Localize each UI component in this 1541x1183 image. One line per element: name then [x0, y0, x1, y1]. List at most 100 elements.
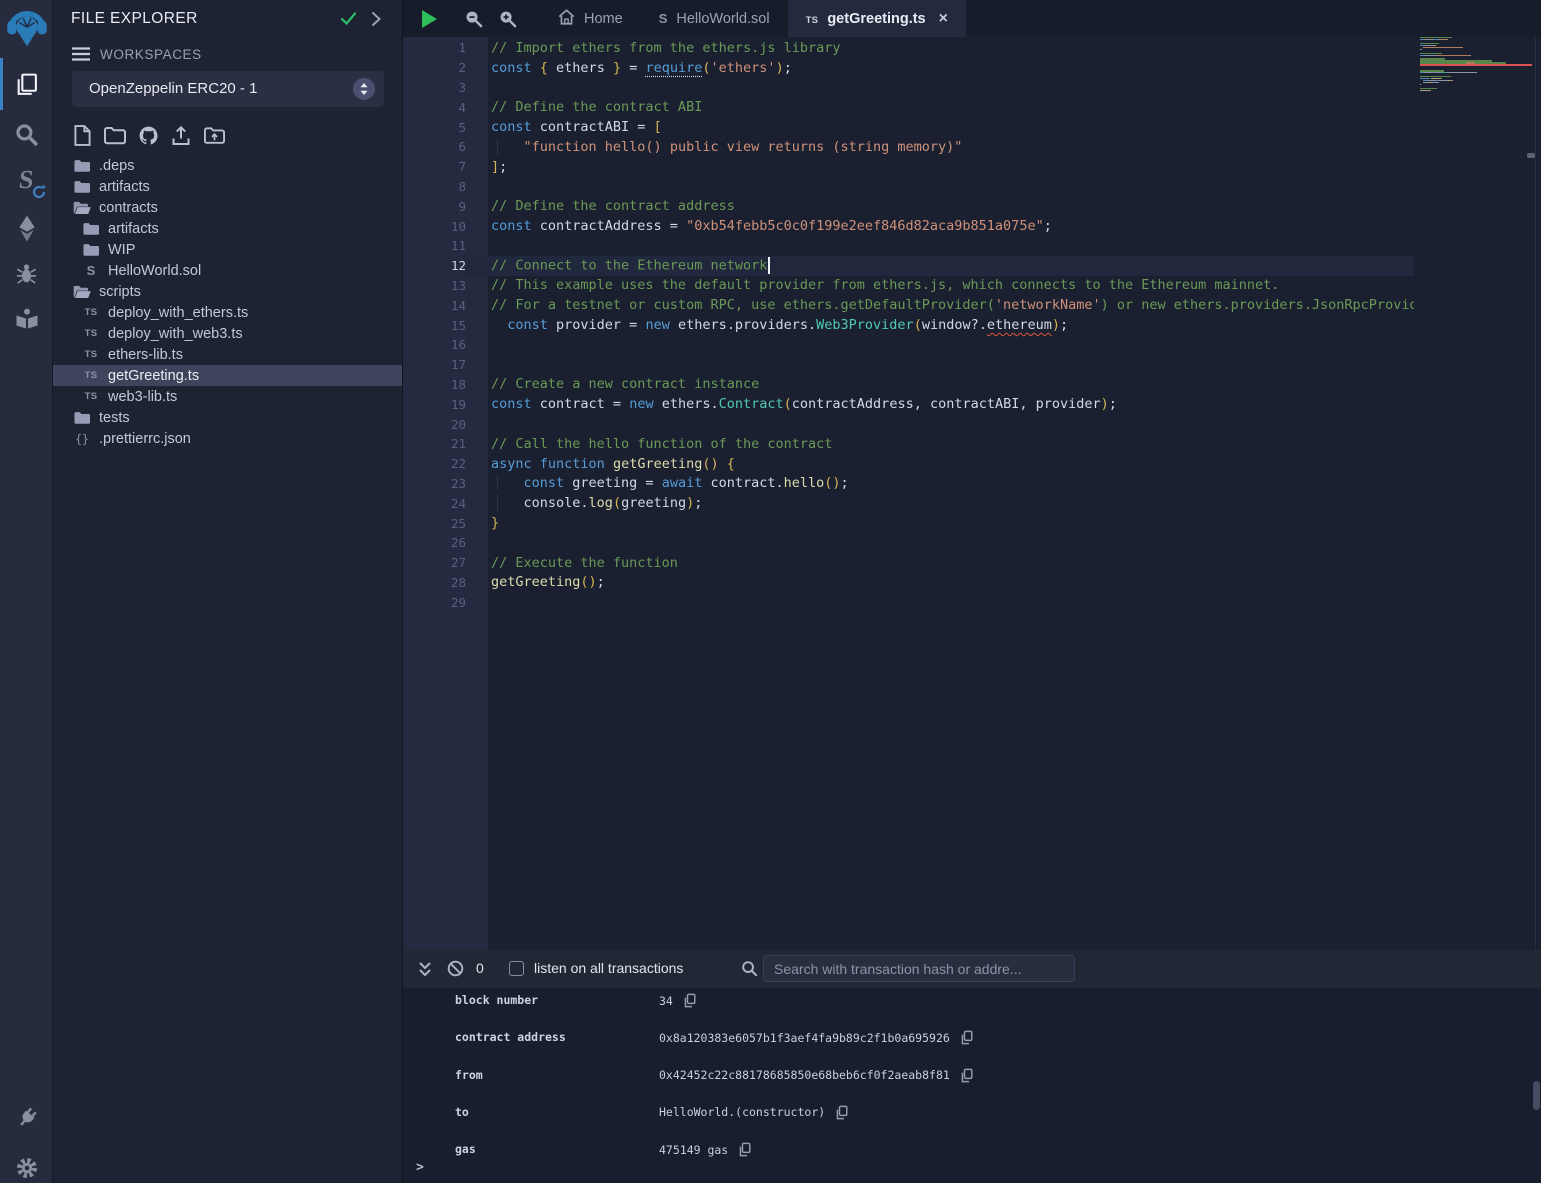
workspace-select-updown-icon[interactable] [353, 78, 375, 100]
clear-ban-icon[interactable] [447, 960, 464, 982]
terminal-search-input[interactable] [763, 955, 1075, 982]
file-name: scripts [99, 284, 141, 300]
collapse-double-chevron-icon[interactable] [417, 960, 433, 983]
file-tree-item--deps[interactable]: .deps [53, 155, 402, 176]
listen-transactions-checkbox[interactable] [509, 961, 524, 976]
code-line-1: 1// Import ethers from the ethers.js lib… [403, 38, 1414, 58]
line-number: 14 [403, 298, 466, 313]
file-tree-item-helloworld-sol[interactable]: SHelloWorld.sol [53, 260, 402, 281]
file-tree-item-artifacts[interactable]: artifacts [53, 176, 402, 197]
tab-label: getGreeting.ts [827, 11, 925, 27]
code-line-9: 9// Define the contract address [403, 196, 1414, 216]
file-explorer-icon[interactable] [0, 62, 53, 106]
minimap-line [1420, 49, 1421, 50]
typescript-icon: TS [806, 11, 819, 27]
line-content: const contract = new ethers.Contract(con… [466, 396, 1117, 412]
file-tree-item-ethers-lib-ts[interactable]: TSethers-lib.ts [53, 344, 402, 365]
search-icon [741, 960, 758, 982]
editor-scrollbar-thumb[interactable] [1527, 153, 1535, 158]
file-name: tests [99, 410, 130, 426]
code-line-2: 2const { ethers } = require('ethers'); [403, 58, 1414, 78]
copy-icon[interactable] [835, 1105, 848, 1120]
terminal-prompt[interactable]: > [416, 1160, 1516, 1180]
minimap-line [1420, 64, 1532, 65]
new-folder-icon[interactable] [104, 124, 126, 147]
solidity-compiler-icon[interactable]: S [0, 158, 53, 202]
field-label: from [455, 1068, 483, 1082]
field-label: gas [455, 1142, 476, 1156]
new-file-icon[interactable] [71, 124, 93, 147]
line-content: const provider = new ethers.providers.We… [466, 317, 1068, 333]
transaction-count: 0 [476, 960, 484, 976]
folder-icon [73, 180, 91, 193]
terminal-panel: 0 listen on all transactions block numbe… [403, 950, 1541, 1183]
code-line-14: 14// For a testnet or custom RPC, use et… [403, 295, 1414, 315]
line-content: // Define the contract ABI [466, 99, 702, 115]
copy-icon[interactable] [738, 1142, 751, 1157]
line-content: // Import ethers from the ethers.js libr… [466, 40, 841, 56]
file-name: contracts [99, 200, 158, 216]
line-content: // For a testnet or custom RPC, use ethe… [466, 297, 1414, 313]
file-tree-item-web3-lib-ts[interactable]: TSweb3-lib.ts [53, 386, 402, 407]
folder-icon [82, 222, 100, 235]
deploy-run-icon[interactable] [0, 206, 53, 250]
check-icon[interactable] [340, 11, 357, 31]
close-icon[interactable]: × [939, 11, 948, 27]
code-line-4: 4// Define the contract ABI [403, 97, 1414, 117]
solidity-icon: S [82, 263, 100, 278]
github-icon[interactable] [137, 124, 159, 147]
code-editor[interactable]: 1// Import ethers from the ethers.js lib… [403, 38, 1414, 950]
upload-file-icon[interactable] [170, 124, 192, 147]
code-line-26: 26 [403, 533, 1414, 553]
remix-ide-window: S [0, 0, 1541, 1183]
line-content: console.log(greeting); [466, 495, 702, 511]
file-tree-item--prettierrc-json[interactable]: {}.prettierrc.json [53, 428, 402, 449]
field-value: 34 [659, 994, 673, 1008]
code-line-25: 25} [403, 513, 1414, 533]
debugger-icon[interactable] [0, 252, 53, 296]
code-line-21: 21// Call the hello function of the cont… [403, 434, 1414, 454]
code-line-17: 17 [403, 355, 1414, 375]
zoom-in-icon[interactable] [494, 6, 520, 32]
terminal-scrollbar-thumb[interactable] [1533, 1081, 1540, 1110]
file-tree-item-scripts[interactable]: scripts [53, 281, 402, 302]
copy-icon[interactable] [960, 1068, 973, 1083]
line-number: 20 [403, 417, 466, 432]
line-number: 28 [403, 575, 466, 590]
search-icon[interactable] [0, 112, 53, 156]
learneth-icon[interactable] [0, 297, 53, 341]
tab-home[interactable]: Home [540, 0, 641, 37]
workspace-select[interactable]: OpenZeppelin ERC20 - 1 [72, 71, 384, 107]
zoom-out-icon[interactable] [460, 6, 486, 32]
file-tree-item-artifacts[interactable]: artifacts [53, 218, 402, 239]
file-tree-item-wip[interactable]: WIP [53, 239, 402, 260]
code-line-8: 8 [403, 177, 1414, 197]
file-explorer-panel: FILE EXPLORER WORKSPACES OpenZeppelin ER… [53, 0, 403, 1183]
line-number: 7 [403, 159, 466, 174]
run-play-icon[interactable] [416, 6, 442, 32]
minimap[interactable] [1419, 37, 1533, 950]
file-tree-item-getgreeting-ts[interactable]: TSgetGreeting.ts [53, 365, 402, 386]
file-tree-item-deploy-with-web3-ts[interactable]: TSdeploy_with_web3.ts [53, 323, 402, 344]
tab-helloworld-sol[interactable]: SHelloWorld.sol [641, 0, 788, 37]
chevron-right-icon[interactable] [371, 11, 382, 32]
upload-folder-icon[interactable] [203, 124, 225, 147]
settings-gear-icon[interactable] [0, 1146, 53, 1183]
file-tree-item-tests[interactable]: tests [53, 407, 402, 428]
folder-icon [82, 243, 100, 256]
tab-getgreeting-ts[interactable]: TS getGreeting.ts × [788, 0, 966, 37]
line-content: const greeting = await contract.hello(); [466, 475, 849, 491]
file-name: artifacts [108, 221, 159, 237]
copy-icon[interactable] [683, 993, 696, 1008]
line-content: async function getGreeting() { [466, 456, 735, 472]
plugin-manager-icon[interactable] [0, 1096, 53, 1140]
copy-icon[interactable] [960, 1030, 973, 1045]
line-number: 27 [403, 555, 466, 570]
workspaces-menu-icon[interactable] [71, 46, 91, 67]
code-line-24: 24 console.log(greeting); [403, 493, 1414, 513]
file-tree-item-deploy-with-ethers-ts[interactable]: TSdeploy_with_ethers.ts [53, 302, 402, 323]
line-content: "function hello() public view returns (s… [466, 139, 962, 155]
line-content: getGreeting(); [466, 574, 605, 590]
file-tree-item-contracts[interactable]: contracts [53, 197, 402, 218]
editor-tabbar: HomeSHelloWorld.sol TS getGreeting.ts × [403, 0, 1541, 37]
